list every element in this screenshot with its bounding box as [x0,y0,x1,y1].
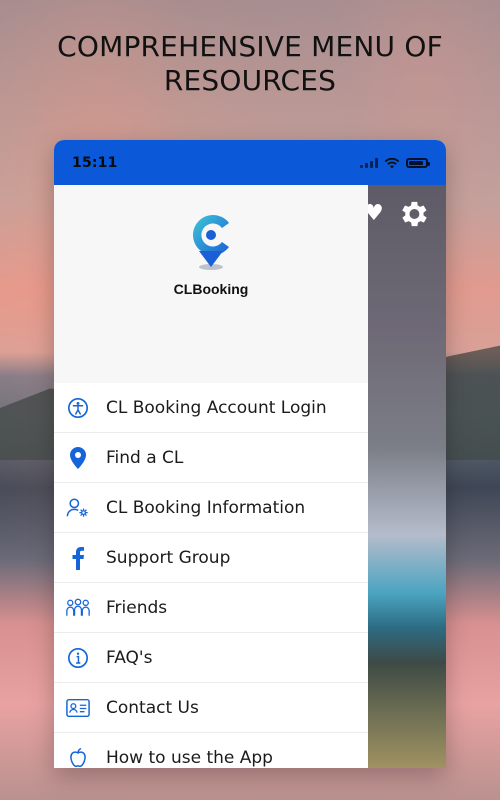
menu-item-label: CL Booking Information [106,497,306,518]
menu-item-booking-information[interactable]: CL Booking Information [54,483,368,533]
menu-item-label: Find a CL [106,447,184,468]
menu-item-faqs[interactable]: FAQ's [54,633,368,683]
menu-item-label: Friends [106,597,168,618]
drawer-menu: CL Booking Account Login Find a CL CL Bo… [54,383,368,768]
accessibility-icon [66,396,90,420]
menu-item-account-login[interactable]: CL Booking Account Login [54,383,368,433]
clbooking-logo [193,215,229,270]
menu-item-support-group[interactable]: Support Group [54,533,368,583]
brand-name: CLBooking [173,281,249,297]
phone-screen: 15:11 ♥ CLBooking CL Booking Account Log… [54,140,446,768]
gear-icon[interactable] [396,197,430,231]
menu-item-label: FAQ's [106,647,153,668]
status-bar: 15:11 [54,140,446,185]
info-icon [66,646,90,670]
friends-icon [66,596,90,620]
menu-item-contact-us[interactable]: Contact Us [54,683,368,733]
apple-icon [66,746,90,769]
drawer-header: CLBooking [54,185,368,383]
menu-item-find-cl[interactable]: Find a CL [54,433,368,483]
wifi-icon [384,157,400,168]
location-pin-icon [66,446,90,470]
status-icons [360,157,430,169]
status-time: 15:11 [72,154,118,171]
page-title: COMPREHENSIVE MENU OF RESOURCES [57,30,443,97]
background-app-view: ♥ [364,185,446,768]
battery-icon [406,157,430,168]
menu-item-friends[interactable]: Friends [54,583,368,633]
menu-item-label: Support Group [106,547,231,568]
signal-icon [360,157,378,168]
menu-item-how-to-use[interactable]: How to use the App [54,733,368,768]
contact-card-icon [66,696,90,720]
menu-item-label: Contact Us [106,697,199,718]
facebook-icon [66,546,90,570]
menu-item-label: CL Booking Account Login [106,397,327,418]
navigation-drawer: CLBooking CL Booking Account Login Find … [54,185,368,768]
menu-item-label: How to use the App [106,747,273,768]
user-settings-icon [66,496,90,520]
